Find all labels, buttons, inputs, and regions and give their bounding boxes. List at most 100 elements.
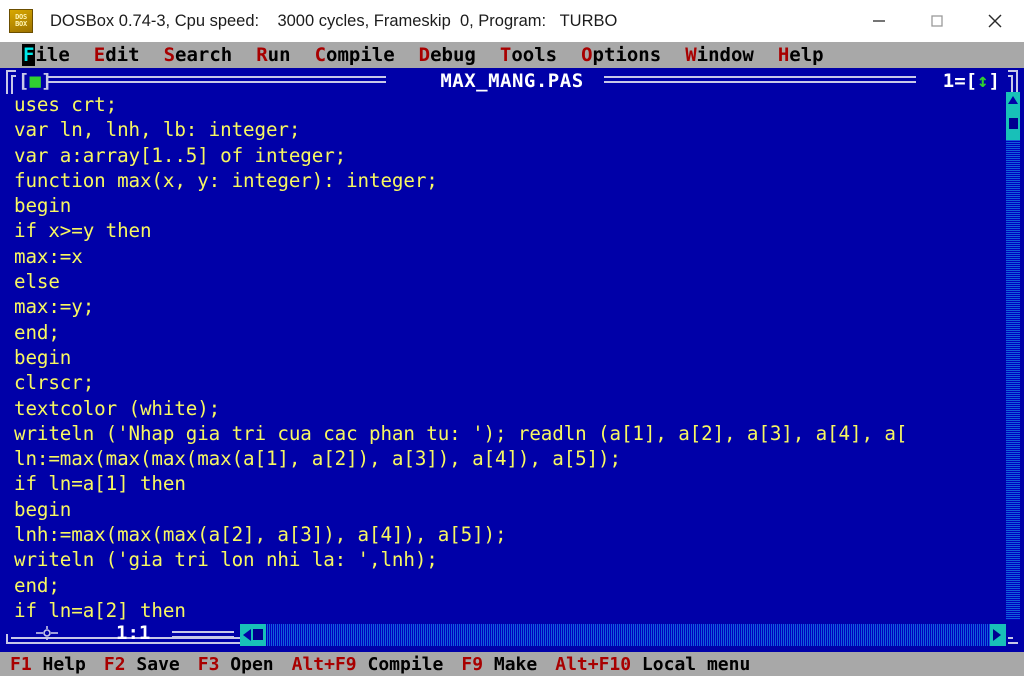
code-line: if ln=a[2] then bbox=[14, 598, 186, 622]
statusbar-f2-key: F2 bbox=[103, 653, 126, 675]
menu-run-label: un bbox=[267, 44, 291, 66]
menu-compile-hotkey: C bbox=[314, 44, 327, 66]
code-line: begin bbox=[14, 194, 72, 218]
menu-search-hotkey: S bbox=[163, 44, 176, 66]
function-key-statusbar: F1 Help F2 Save F3 Open Alt+F9 Compile F… bbox=[0, 652, 1024, 676]
statusbar-key-f9-make[interactable]: F9 Make bbox=[461, 654, 537, 675]
menu-help-hotkey: H bbox=[777, 44, 790, 66]
editor-window-number: 1 bbox=[942, 70, 955, 92]
maximize-button[interactable] bbox=[908, 0, 966, 42]
code-line: clrscr; bbox=[14, 371, 95, 395]
menu-search-label: earch bbox=[175, 44, 233, 66]
menu-tools-label: ools bbox=[511, 44, 558, 66]
menubar: File Edit Search Run Compile Debug Tools… bbox=[0, 42, 1024, 68]
editor-resize-handle[interactable] bbox=[36, 626, 58, 643]
code-line: max:=x bbox=[14, 244, 83, 268]
menu-item-compile[interactable]: Compile bbox=[315, 44, 395, 66]
statusbar-altf10-label: Local menu bbox=[631, 653, 751, 675]
statusbar-f3-key: F3 bbox=[197, 653, 220, 675]
statusbar-f9-key: F9 bbox=[461, 653, 484, 675]
maximize-icon bbox=[931, 15, 943, 27]
window-titlebar: DOS BOX DOSBox 0.74-3, Cpu speed: 3000 c… bbox=[0, 0, 1024, 43]
menu-options-label: ptions bbox=[592, 44, 662, 66]
minimize-icon bbox=[873, 20, 885, 22]
code-line: end; bbox=[14, 573, 60, 597]
statusbar-key-f2-save[interactable]: F2 Save bbox=[104, 654, 180, 675]
resize-arrow-icon: ↕ bbox=[977, 70, 989, 92]
code-line: writeln ('gia tri lon nhi la: ',lnh); bbox=[14, 548, 438, 572]
menu-item-search[interactable]: Search bbox=[164, 44, 233, 66]
statusbar-f2-label: Save bbox=[125, 653, 180, 675]
code-line: function max(x, y: integer): integer; bbox=[14, 168, 438, 192]
code-line: end; bbox=[14, 320, 60, 344]
dosbox-icon: DOS BOX bbox=[9, 9, 33, 33]
editor-zoom-box[interactable]: 1=[↕] bbox=[943, 70, 1000, 92]
scroll-right-arrow-button[interactable] bbox=[990, 624, 1006, 646]
menu-run-hotkey: R bbox=[256, 44, 268, 66]
menu-edit-hotkey: E bbox=[93, 44, 106, 66]
code-line: ln:=max(max(max(max(a[1], a[2]), a[3]), … bbox=[14, 447, 621, 471]
code-line: var a:array[1..5] of integer; bbox=[14, 143, 347, 167]
editor-filename-title: MAX_MANG.PAS bbox=[440, 70, 584, 92]
code-line: uses crt; bbox=[14, 93, 118, 116]
menu-item-run[interactable]: Run bbox=[256, 44, 290, 66]
menu-item-tools[interactable]: Tools bbox=[500, 44, 557, 66]
vertical-scrollbar[interactable] bbox=[1006, 92, 1020, 620]
window-title-text: DOSBox 0.74-3, Cpu speed: 3000 cycles, F… bbox=[50, 11, 618, 30]
statusbar-altf10-key: Alt+F10 bbox=[555, 653, 632, 675]
resize-corner-icon bbox=[36, 626, 58, 640]
menu-help-label: elp bbox=[789, 44, 824, 66]
vertical-scroll-grip[interactable] bbox=[1009, 118, 1018, 129]
code-line: else bbox=[14, 270, 60, 294]
horizontal-scrollbar[interactable] bbox=[240, 624, 1006, 646]
code-line: begin bbox=[14, 497, 72, 521]
scroll-right-arrow-icon bbox=[993, 629, 1001, 641]
cursor-position-indicator: 1:1 bbox=[116, 622, 151, 644]
statusbar-key-altf10-local-menu[interactable]: Alt+F10 Local menu bbox=[555, 654, 750, 675]
menu-item-file[interactable]: File bbox=[22, 44, 70, 66]
code-line: if x>=y then bbox=[14, 219, 152, 243]
zoom-box-suffix: ] bbox=[988, 70, 1000, 92]
menu-item-options[interactable]: Options bbox=[581, 44, 661, 66]
window-controls bbox=[850, 0, 1024, 42]
vertical-scrollbar-thumb[interactable] bbox=[1006, 92, 1020, 140]
menu-compile-label: ompile bbox=[326, 44, 395, 66]
close-icon bbox=[988, 14, 1002, 28]
code-line: if ln=a[1] then bbox=[14, 472, 186, 496]
statusbar-f1-key: F1 bbox=[10, 653, 32, 675]
code-line: var ln, lnh, lb: integer; bbox=[14, 118, 301, 142]
horizontal-scrollbar-thumb[interactable] bbox=[240, 624, 266, 646]
dos-screen: File Edit Search Run Compile Debug Tools… bbox=[0, 42, 1024, 676]
statusbar-altf9-key: Alt+F9 bbox=[291, 653, 357, 675]
menu-debug-label: ebug bbox=[430, 44, 476, 66]
zoom-box-prefix: =[ bbox=[954, 70, 978, 92]
menu-file-label: ile bbox=[35, 44, 70, 66]
statusbar-key-altf9-compile[interactable]: Alt+F9 Compile bbox=[292, 654, 444, 675]
menu-options-hotkey: O bbox=[581, 44, 593, 66]
statusbar-f1-label: Help bbox=[31, 653, 86, 675]
dosbox-icon-line2: BOX bbox=[15, 20, 27, 28]
code-line: begin bbox=[14, 345, 72, 369]
statusbar-key-f3-open[interactable]: F3 Open bbox=[198, 654, 274, 675]
scroll-left-arrow-icon[interactable] bbox=[243, 629, 251, 641]
code-text-area[interactable]: uses crt; var ln, lnh, lb: integer; var … bbox=[14, 92, 998, 622]
menu-item-window[interactable]: Window bbox=[685, 44, 754, 66]
code-line: textcolor (white); bbox=[14, 396, 221, 420]
close-button[interactable] bbox=[966, 0, 1024, 42]
menu-item-help[interactable]: Help bbox=[778, 44, 824, 66]
code-line: max:=y; bbox=[14, 295, 95, 319]
minimize-button[interactable] bbox=[850, 0, 908, 42]
statusbar-f9-label: Make bbox=[483, 653, 538, 675]
menu-item-debug[interactable]: Debug bbox=[419, 44, 476, 66]
menu-tools-hotkey: T bbox=[499, 44, 512, 66]
menu-item-edit[interactable]: Edit bbox=[94, 44, 140, 66]
menu-edit-label: dit bbox=[105, 44, 140, 66]
statusbar-f3-label: Open bbox=[219, 653, 274, 675]
menu-file-hotkey: F bbox=[22, 44, 36, 66]
menu-window-label: indow bbox=[696, 44, 754, 66]
scroll-up-arrow-icon[interactable] bbox=[1008, 96, 1018, 104]
horizontal-scroll-grip[interactable] bbox=[253, 629, 263, 640]
statusbar-key-f1-help[interactable]: F1 Help bbox=[10, 654, 86, 675]
statusbar-altf9-label: Compile bbox=[356, 653, 444, 675]
code-line: writeln ('Nhap gia tri cua cac phan tu: … bbox=[14, 421, 908, 445]
